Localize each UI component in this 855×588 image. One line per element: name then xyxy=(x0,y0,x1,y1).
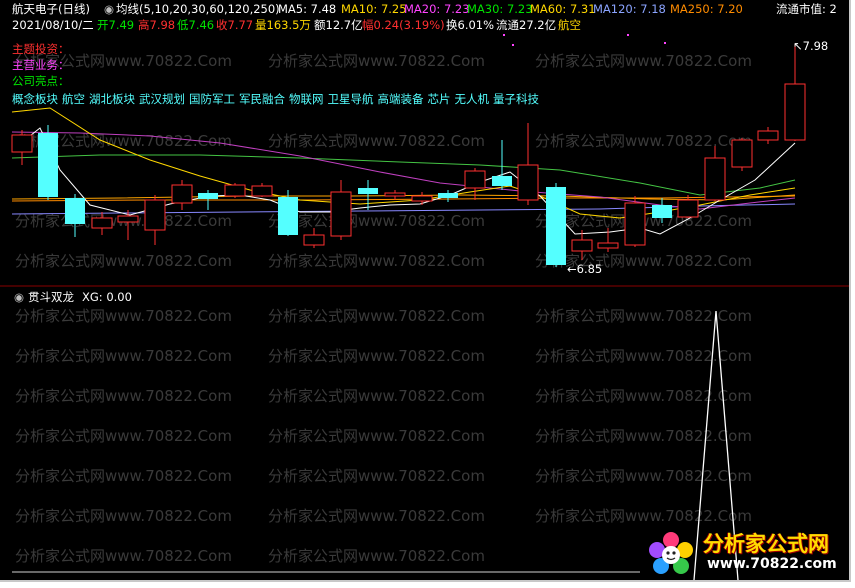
candle-body xyxy=(704,157,726,201)
ma30-line xyxy=(11,154,796,196)
indicator-name[interactable]: 贯斗双龙 xyxy=(28,290,74,304)
site-logo: 分析家公式网 www.70822.com xyxy=(645,526,845,580)
candle-body xyxy=(731,139,753,168)
candle-body xyxy=(171,184,193,204)
float-cap-value: 流通27.2亿 xyxy=(496,18,557,32)
main-business-label: 主营业务： xyxy=(12,58,70,72)
low-price-value: 6.85 xyxy=(576,262,603,276)
collapse-icon[interactable]: ◉ xyxy=(14,290,24,304)
concept-tag[interactable]: 无人机 xyxy=(455,92,490,106)
ma-value-label: MA20: 7.23 xyxy=(404,2,470,16)
candle-body xyxy=(784,83,806,141)
low-price-mark: ←6.85 xyxy=(567,262,603,276)
high-price-mark: ↖7.98 xyxy=(793,39,829,53)
concept-tag[interactable]: 湖北板块 xyxy=(89,92,135,106)
candle-body xyxy=(144,199,166,231)
signal-dot xyxy=(627,34,629,36)
candle-body xyxy=(597,242,619,249)
candle-body xyxy=(464,170,486,189)
candle-body xyxy=(677,199,699,218)
candle-body xyxy=(438,193,458,198)
candle-body xyxy=(224,184,246,197)
candle-body xyxy=(492,176,512,186)
ma-value-label: MA250: 7.20 xyxy=(670,2,743,16)
candle-body xyxy=(384,192,406,197)
logo-url: www.70822.com xyxy=(707,556,837,572)
candle-body xyxy=(91,217,113,229)
concept-tag[interactable]: 航空 xyxy=(62,92,85,106)
signal-dot xyxy=(664,42,666,44)
candle-body xyxy=(624,202,646,246)
signal-dot xyxy=(503,34,505,36)
date-label: 2021/08/10/二 xyxy=(12,18,94,32)
concept-list: 概念板块 航空 湖北板块 武汉规划 国防军工 军民融合 物联网 卫星导航 高端装备 芯片 无人机 量子… xyxy=(12,92,539,106)
close-value: 收7.77 xyxy=(216,18,254,32)
concept-tag[interactable]: 物联网 xyxy=(289,92,324,106)
amount-value: 额12.7亿 xyxy=(314,18,363,32)
candle-body xyxy=(571,239,593,252)
open-value: 开7.49 xyxy=(97,18,135,32)
company-highlight-label: 公司亮点： xyxy=(12,74,70,88)
candle-body xyxy=(757,130,779,141)
concept-tag[interactable]: 量子科技 xyxy=(493,92,539,106)
ma-value-label: MA60: 7.31 xyxy=(530,2,596,16)
ma-value-label: MA120: 7.18 xyxy=(593,2,666,16)
candle-body xyxy=(117,215,139,223)
logo-flower-icon xyxy=(649,532,693,574)
indicator-value: XG: 0.00 xyxy=(82,290,132,304)
ma-value-label: MA10: 7.25 xyxy=(341,2,407,16)
candle-body xyxy=(38,133,58,197)
concept-tag[interactable]: 芯片 xyxy=(428,92,451,106)
change-value: 幅0.24(3.19%) xyxy=(362,18,445,32)
candle-body xyxy=(517,164,539,201)
main-investment-label: 主题投资： xyxy=(12,42,70,56)
collapse-icon[interactable]: ◉ xyxy=(104,2,114,16)
candle-body xyxy=(198,193,218,199)
concept-tag[interactable]: 卫星导航 xyxy=(328,92,374,106)
concept-tag[interactable]: 军民融合 xyxy=(239,92,285,106)
ma-value-label: MA5: 7.48 xyxy=(278,2,337,16)
candle-body xyxy=(278,197,298,235)
candle-body xyxy=(358,188,378,194)
logo-title: 分析家公式网 xyxy=(703,532,829,556)
concept-tag[interactable]: 概念板块 xyxy=(12,92,58,106)
high-price-value: 7.98 xyxy=(802,39,829,53)
candle-body xyxy=(411,195,433,202)
volume-value: 量163.5万 xyxy=(255,18,311,32)
sector-value: 航空 xyxy=(558,18,581,32)
concept-tag[interactable]: 武汉规划 xyxy=(139,92,185,106)
stock-title: 航天电子(日线) xyxy=(12,2,90,16)
candle-body xyxy=(303,234,325,246)
chart-window: 分析家公式网www.70822.Com 分析家公式网www.70822.Com … xyxy=(0,0,851,582)
signal-dot xyxy=(512,44,514,46)
turnover-value: 换6.01% xyxy=(446,18,495,32)
concept-tag[interactable]: 高端装备 xyxy=(378,92,424,106)
candle-body xyxy=(652,205,672,218)
candle-body xyxy=(11,134,33,153)
ma-value-label: MA30: 7.23 xyxy=(467,2,533,16)
low-value: 低7.46 xyxy=(177,18,215,32)
candle-body xyxy=(65,198,85,224)
market-cap-label: 流通市值: 2 xyxy=(776,2,837,16)
candle-body xyxy=(546,187,566,265)
candle-body xyxy=(251,185,273,197)
high-value: 高7.98 xyxy=(138,18,176,32)
candle-body xyxy=(330,191,352,237)
concept-tag[interactable]: 国防军工 xyxy=(189,92,235,106)
ma-label[interactable]: 均线(5,10,20,30,60,120,250) xyxy=(116,2,280,16)
